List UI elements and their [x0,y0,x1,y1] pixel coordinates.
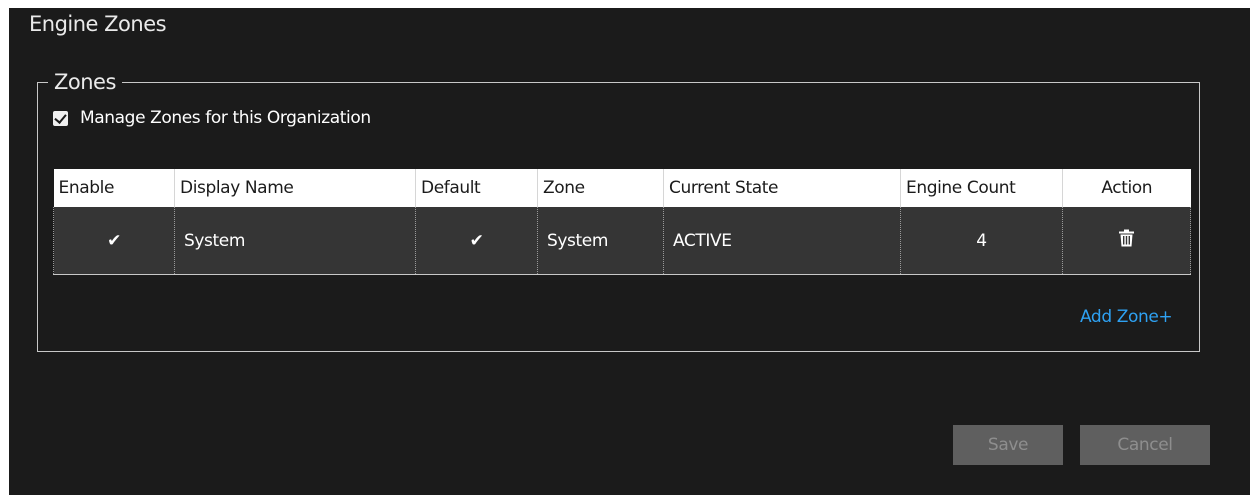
table-row[interactable]: ✔ System ✔ System ACTIVE 4 [53,207,1191,275]
save-button[interactable]: Save [953,425,1063,465]
column-header-default: Default [415,169,538,207]
manage-zones-label: Manage Zones for this Organization [80,108,371,128]
table-header-row: Enable Display Name Default Zone Current… [53,169,1191,207]
column-header-engine-count: Engine Count [900,169,1063,207]
manage-zones-checkbox[interactable] [53,110,68,126]
check-icon: ✔ [107,230,121,251]
manage-zones-checkbox-row[interactable]: Manage Zones for this Organization [53,108,371,128]
add-zone-link[interactable]: Add Zone+ [1080,307,1173,327]
column-header-current-state: Current State [663,169,901,207]
zones-table: Enable Display Name Default Zone Current… [53,169,1191,275]
trash-icon[interactable] [1119,229,1134,252]
check-icon: ✔ [469,230,484,251]
cancel-button[interactable]: Cancel [1080,425,1210,465]
column-header-zone: Zone [537,169,664,207]
cell-engine-count: 4 [900,207,1063,275]
cell-enable[interactable]: ✔ [53,207,175,275]
cell-action [1062,207,1191,275]
cell-zone: System [537,207,664,275]
zones-legend: Zones [54,70,116,94]
cell-display-name: System [174,207,416,275]
page-title: Engine Zones [29,12,167,36]
column-header-action: Action [1062,169,1191,207]
column-header-display-name: Display Name [174,169,416,207]
column-header-enable: Enable [53,169,175,207]
cell-default[interactable]: ✔ [415,207,538,275]
cell-current-state: ACTIVE [663,207,901,275]
